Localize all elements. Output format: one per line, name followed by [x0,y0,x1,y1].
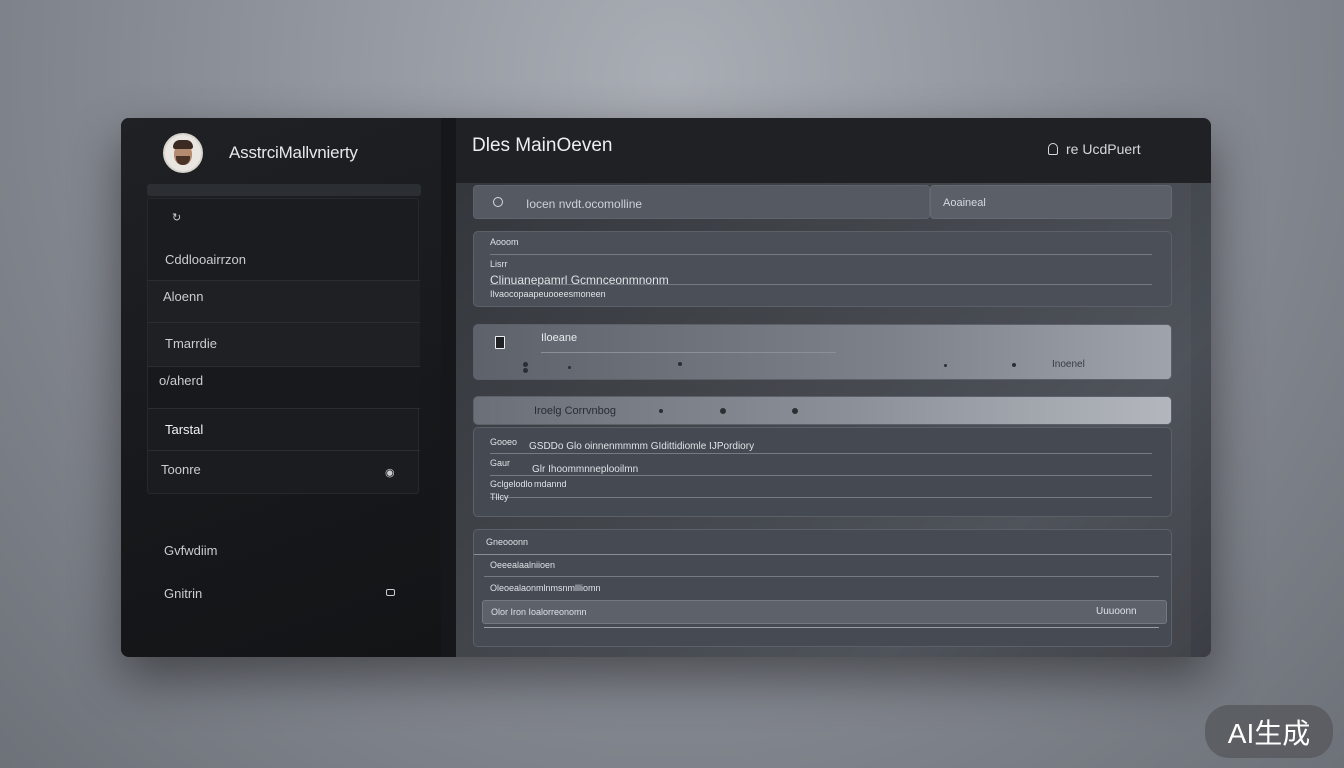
form-row: Oeeealaalniioen [490,560,556,570]
form-label: Gneooonn [486,537,529,547]
sidebar-item-2[interactable]: Aloenn [148,281,420,323]
document-title: Iloeane [541,332,578,344]
header-action-button[interactable]: re UcdPuert [1048,141,1141,157]
table-row-key: Tllcy [490,492,509,502]
status-dot [568,366,571,369]
field-label: Lisrr [490,259,508,269]
table-row-value[interactable]: mdannd [534,479,567,489]
table-row-value[interactable]: GSDDo Glo oinnenmmmm GIdittidiomle IJPor… [529,441,754,452]
sidebar-item-label: Aloenn [163,289,204,304]
sidebar-item-6[interactable]: Toonre ◉ [148,451,420,493]
main-panel: Dles MainOeven re UcdPuert Iocen nvdt.oc… [456,118,1211,657]
table-header-label: Iroelg Corrvnbog [534,405,616,417]
card-label: Aooom [490,237,519,247]
sidebar-item-label: Cddlooairrzon [165,252,246,267]
search-input[interactable]: Iocen nvdt.ocomolline [473,185,930,219]
sidebar-divider [441,118,456,657]
ai-generated-badge: AI生成 [1205,705,1333,758]
document-icon [495,336,505,349]
collapse-icon[interactable] [386,589,395,596]
field-subtext: Ilvaocopaapeuooeesmoneen [490,289,606,299]
sidebar-item-label: Toonre [161,462,201,477]
status-dot [523,368,528,373]
search-text: Iocen nvdt.ocomolline [526,197,643,211]
status-dot [944,364,947,367]
table-header[interactable]: Iroelg Corrvnbog [473,396,1172,425]
sidebar-item-label: o/aherd [159,373,204,388]
detail-card: Aooom Lisrr Clinuanepamrl Gcmnceonmnonm … [473,231,1172,307]
data-table: Gooeo GSDDo Glo oinnenmmmm GIdittidiomle… [473,427,1172,517]
sidebar: AsstrciMallvnierty ↻ Cddlooairrzon Aloen… [121,118,456,657]
filter-text: Aoaineal [943,197,986,209]
sidebar-item-3[interactable]: Tmarrdie [148,323,420,367]
form-input-action[interactable]: Uuuoonn [1096,606,1137,617]
sidebar-item-label: Tmarrdie [165,336,218,351]
indicator-dot [659,409,663,413]
indicator-dot [792,408,798,414]
sidebar-item-label: Tarstal [165,422,204,437]
indicator-dot [720,408,726,414]
form-input-text: Olor Iron Ioalorreonomn [491,607,587,617]
user-profile[interactable]: AsstrciMallvnierty [163,133,358,173]
sidebar-item-1[interactable]: Cddlooairrzon [148,239,420,281]
status-dot [1012,363,1016,367]
bell-icon [1048,143,1058,155]
form-row: Oleoealaonmlnmsnmllliomn [490,583,601,593]
document-action[interactable]: Inoenel [1052,359,1085,370]
profile-name: AsstrciMallvnierty [229,143,358,162]
app-window: AsstrciMallvnierty ↻ Cddlooairrzon Aloen… [121,118,1211,657]
form-card: Gneooonn Oeeealaalniioen Oleoealaonmlnms… [473,529,1172,647]
sidebar-item-5[interactable]: Tarstal [148,409,420,451]
refresh-icon[interactable]: ↻ [172,211,181,224]
sidebar-item-4[interactable]: o/aherd [148,367,420,409]
table-row-key: Gclgelodlo [490,479,533,489]
form-input[interactable]: Olor Iron Ioalorreonomn Uuuoonn [482,600,1167,624]
eye-icon[interactable]: ◉ [385,466,395,479]
nav-panel: ↻ Cddlooairrzon Aloenn Tmarrdie o/aherd … [147,198,420,494]
table-row-key: Gooeo [490,437,518,447]
sidebar-bottom-item-1[interactable]: Gvfwdiim [164,543,217,558]
document-row[interactable]: Iloeane Inoenel [473,324,1172,380]
header-action-label: re UcdPuert [1066,141,1141,157]
status-dot [523,362,528,367]
status-dot [678,362,682,366]
sidebar-top-bar [147,184,421,196]
filter-select[interactable]: Aoaineal [930,185,1172,219]
sidebar-bottom-item-2[interactable]: Gnitrin [164,586,202,601]
main-header: Dles MainOeven re UcdPuert [456,118,1211,183]
avatar[interactable] [163,133,203,173]
search-icon [493,197,503,207]
table-row-value[interactable]: Glr Ihoommnneplooilmn [532,464,638,475]
table-row-key: Gaur [490,458,511,468]
page-title: Dles MainOeven [472,135,613,156]
